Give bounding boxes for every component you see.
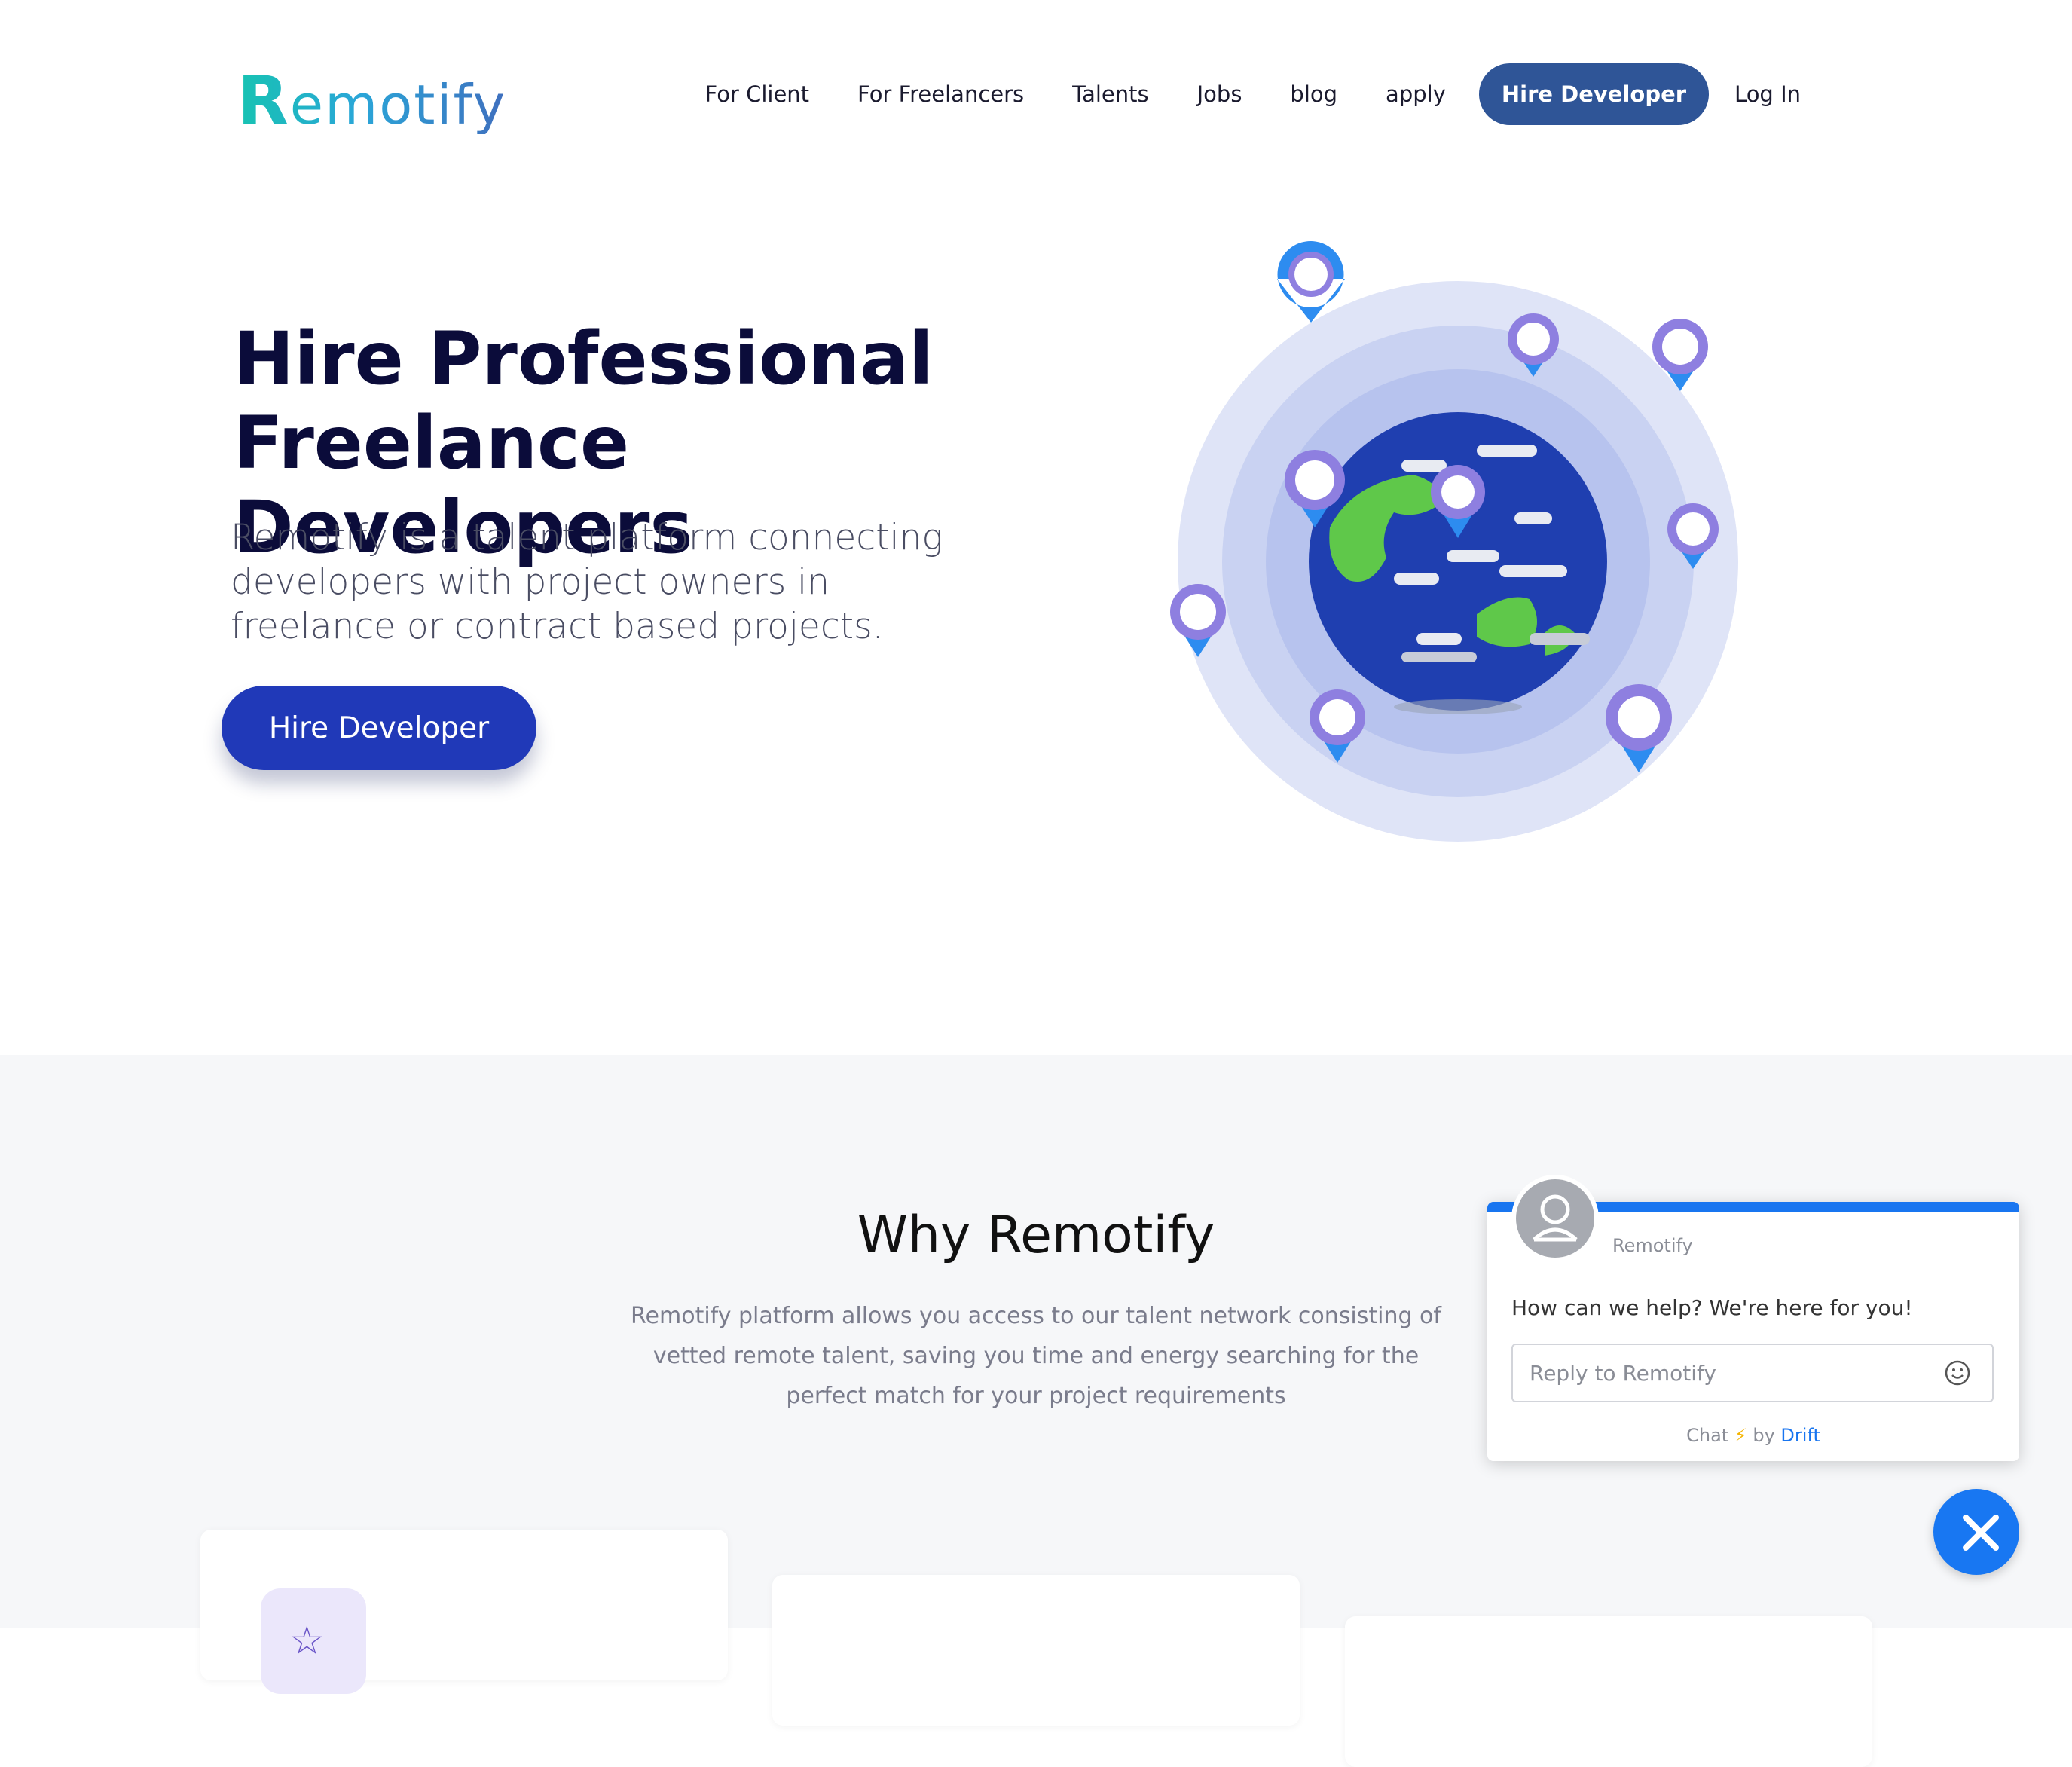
user-icon [1533, 1194, 1578, 1242]
chat-footer[interactable]: Chat ⚡ by Drift [1487, 1425, 2019, 1446]
chat-message: How can we help? We're here for you! [1511, 1295, 1913, 1320]
main-nav: For Client For Freelancers Talents Jobs … [705, 60, 1801, 128]
chat-close-button[interactable] [1933, 1489, 2019, 1575]
hero-title-line1: Hire Professional [234, 316, 934, 401]
logo-text: Remotify [237, 62, 507, 139]
remotify-logo[interactable]: Remotify [237, 66, 506, 134]
nav-blog[interactable]: blog [1290, 81, 1337, 107]
hero-hire-developer-button[interactable]: Hire Developer [222, 686, 536, 770]
lightning-icon: ⚡ [1734, 1425, 1747, 1446]
feature-card-icon: ☆ [261, 1588, 366, 1694]
feature-card [1345, 1616, 1872, 1767]
nav-hire-developer-button[interactable]: Hire Developer [1478, 63, 1710, 125]
nav-for-freelancers[interactable]: For Freelancers [857, 81, 1024, 107]
chat-agent-name: Remotify [1612, 1235, 1693, 1256]
nav-login-link[interactable]: Log In [1734, 81, 1801, 107]
nav-apply[interactable]: apply [1386, 81, 1446, 107]
star-icon: ☆ [289, 1619, 325, 1664]
nav-jobs[interactable]: Jobs [1197, 81, 1242, 107]
close-icon [1963, 1515, 1999, 1551]
feature-card: ☆ [200, 1530, 728, 1694]
agent-avatar [1511, 1175, 1599, 1262]
emoji-icon[interactable] [1944, 1359, 1971, 1386]
hero-subtitle: Remotify is a talent platform connecting… [231, 517, 943, 647]
why-description: Remotify platform allows you access to o… [631, 1303, 1441, 1409]
globe-illustration [1077, 211, 1853, 889]
feature-card [772, 1575, 1300, 1726]
globe-svg [1170, 241, 1738, 842]
chat-reply-input[interactable] [1511, 1344, 1994, 1402]
chat-widget: Remotify How can we help? We're here for… [1487, 1175, 2019, 1461]
nav-talents[interactable]: Talents [1072, 81, 1148, 107]
nav-for-client[interactable]: For Client [705, 81, 810, 107]
